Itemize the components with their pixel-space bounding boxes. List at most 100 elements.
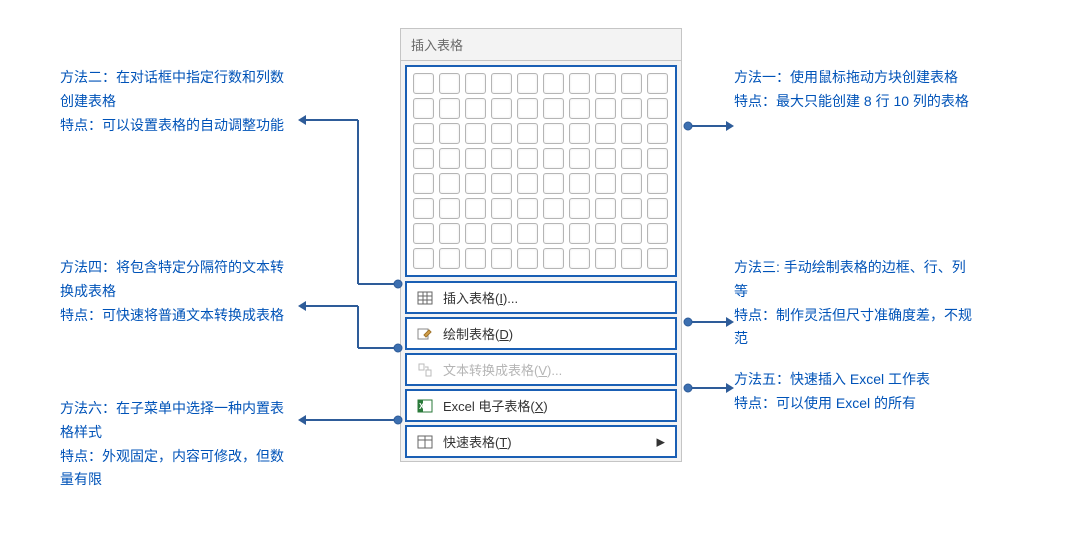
grid-cell[interactable]	[621, 173, 642, 194]
grid-cell[interactable]	[647, 198, 668, 219]
grid-cell[interactable]	[621, 248, 642, 269]
annotation-method-5: 方法五：快速插入 Excel 工作表 特点：可以使用 Excel 的所有	[734, 368, 978, 416]
grid-cell[interactable]	[491, 148, 512, 169]
grid-cell[interactable]	[413, 98, 434, 119]
grid-cell[interactable]	[647, 123, 668, 144]
grid-cell[interactable]	[595, 73, 616, 94]
grid-cell[interactable]	[517, 198, 538, 219]
grid-cell[interactable]	[517, 98, 538, 119]
grid-cell[interactable]	[647, 73, 668, 94]
menu-insert-table[interactable]: 插入表格(I)...	[405, 281, 677, 314]
grid-cell[interactable]	[517, 123, 538, 144]
grid-cell[interactable]	[543, 223, 564, 244]
grid-cell[interactable]	[543, 148, 564, 169]
grid-cell[interactable]	[491, 173, 512, 194]
menu-label: 绘制表格(D)	[443, 324, 513, 343]
annotation-method-4: 方法四：将包含特定分隔符的文本转换成表格 特点：可快速将普通文本转换成表格	[60, 256, 296, 327]
menu-convert-text: 文本转换成表格(V)...	[405, 353, 677, 386]
grid-cell[interactable]	[621, 123, 642, 144]
grid-cell[interactable]	[439, 73, 460, 94]
grid-cell[interactable]	[465, 173, 486, 194]
grid-cell[interactable]	[621, 223, 642, 244]
grid-cell[interactable]	[491, 73, 512, 94]
grid-cell[interactable]	[491, 98, 512, 119]
excel-icon: X	[417, 398, 433, 414]
grid-cell[interactable]	[465, 198, 486, 219]
grid-cell[interactable]	[413, 73, 434, 94]
grid-cell[interactable]	[569, 198, 590, 219]
menu-label: 快速表格(T)	[443, 432, 512, 451]
menu-draw-table[interactable]: 绘制表格(D)	[405, 317, 677, 350]
submenu-arrow-icon: ▶	[657, 435, 665, 448]
grid-cell[interactable]	[517, 248, 538, 269]
grid-cell[interactable]	[569, 123, 590, 144]
grid-cell[interactable]	[569, 98, 590, 119]
grid-cell[interactable]	[439, 198, 460, 219]
grid-cell[interactable]	[491, 198, 512, 219]
grid-cell[interactable]	[647, 148, 668, 169]
grid-cell[interactable]	[465, 73, 486, 94]
grid-cell[interactable]	[465, 223, 486, 244]
grid-cell[interactable]	[621, 148, 642, 169]
grid-cell[interactable]	[621, 98, 642, 119]
grid-cell[interactable]	[465, 123, 486, 144]
grid-cell[interactable]	[543, 248, 564, 269]
grid-cell[interactable]	[647, 223, 668, 244]
grid-cell[interactable]	[439, 248, 460, 269]
grid-cell[interactable]	[569, 223, 590, 244]
grid-cell[interactable]	[569, 148, 590, 169]
grid-cell[interactable]	[543, 198, 564, 219]
grid-cell[interactable]	[413, 198, 434, 219]
grid-cell[interactable]	[517, 73, 538, 94]
grid-cell[interactable]	[413, 148, 434, 169]
grid-cell[interactable]	[595, 98, 616, 119]
annotation-note: 特点：外观固定，内容可修改，但数量有限	[60, 448, 284, 488]
grid-cell[interactable]	[647, 98, 668, 119]
grid-cell[interactable]	[595, 123, 616, 144]
annotation-note: 特点：最大只能创建 8 行 10 列的表格	[734, 93, 969, 109]
connector-arrow	[682, 316, 734, 328]
grid-cell[interactable]	[543, 123, 564, 144]
grid-cell[interactable]	[439, 223, 460, 244]
grid-cell[interactable]	[543, 73, 564, 94]
grid-cell[interactable]	[439, 173, 460, 194]
grid-cell[interactable]	[647, 248, 668, 269]
grid-cell[interactable]	[517, 223, 538, 244]
annotation-title: 方法一：使用鼠标拖动方块创建表格	[734, 69, 958, 85]
grid-cell[interactable]	[621, 73, 642, 94]
grid-cell[interactable]	[595, 148, 616, 169]
grid-cell[interactable]	[413, 248, 434, 269]
grid-cell[interactable]	[517, 148, 538, 169]
grid-cell[interactable]	[621, 198, 642, 219]
grid-cell[interactable]	[465, 248, 486, 269]
grid-cell[interactable]	[517, 173, 538, 194]
grid-cell[interactable]	[439, 148, 460, 169]
grid-cell[interactable]	[491, 223, 512, 244]
pencil-table-icon	[417, 326, 433, 342]
grid-cell[interactable]	[439, 123, 460, 144]
grid-cell[interactable]	[413, 123, 434, 144]
annotation-method-2: 方法二：在对话框中指定行数和列数创建表格 特点：可以设置表格的自动调整功能	[60, 66, 296, 137]
menu-excel-spreadsheet[interactable]: X Excel 电子表格(X)	[405, 389, 677, 422]
menu-label: 插入表格(I)...	[443, 288, 518, 307]
grid-cell[interactable]	[595, 198, 616, 219]
grid-cell[interactable]	[491, 123, 512, 144]
grid-cell[interactable]	[595, 173, 616, 194]
grid-cell[interactable]	[569, 248, 590, 269]
grid-cell[interactable]	[465, 98, 486, 119]
grid-cell[interactable]	[595, 223, 616, 244]
grid-cell[interactable]	[569, 173, 590, 194]
grid-cell[interactable]	[465, 148, 486, 169]
grid-cell[interactable]	[569, 73, 590, 94]
grid-cell[interactable]	[647, 173, 668, 194]
grid-cell[interactable]	[543, 98, 564, 119]
menu-quick-table[interactable]: 快速表格(T) ▶	[405, 425, 677, 458]
table-grid-picker[interactable]	[405, 65, 677, 277]
grid-cell[interactable]	[491, 248, 512, 269]
grid-cell[interactable]	[543, 173, 564, 194]
grid-cell[interactable]	[413, 223, 434, 244]
annotation-note: 特点：可快速将普通文本转换成表格	[60, 307, 284, 323]
grid-cell[interactable]	[413, 173, 434, 194]
grid-cell[interactable]	[595, 248, 616, 269]
grid-cell[interactable]	[439, 98, 460, 119]
